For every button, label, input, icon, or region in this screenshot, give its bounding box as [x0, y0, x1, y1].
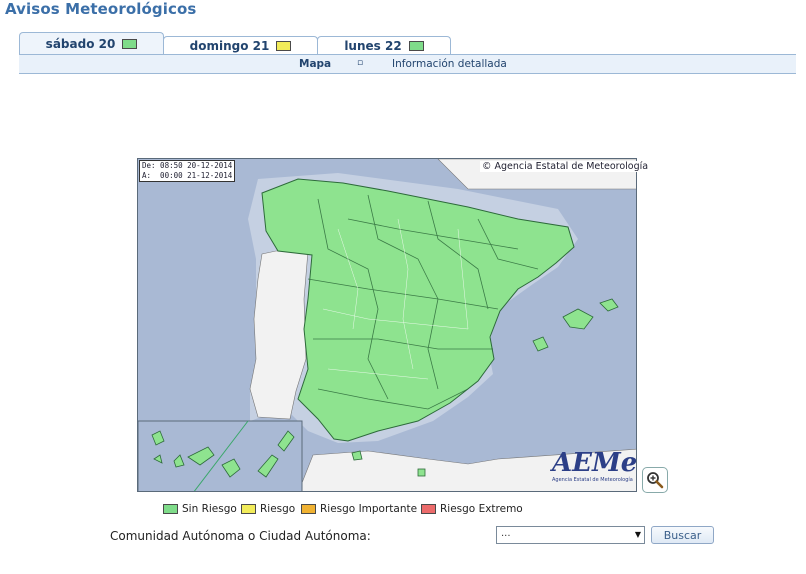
legend-label: Sin Riesgo	[182, 503, 237, 515]
spain-map-graphic: AEMet Agencia Estatal de Meteorología	[138, 159, 637, 491]
subnav-separator: ▫	[357, 58, 364, 68]
legend-swatch	[421, 504, 436, 514]
detail-view-link[interactable]: Información detallada	[392, 58, 507, 70]
view-subnav: Mapa ▫ Información detallada	[19, 54, 796, 74]
legend-label: Riesgo Extremo	[440, 503, 523, 515]
search-button[interactable]: Buscar	[651, 526, 714, 544]
select-value: ...	[501, 528, 511, 539]
tab-risk-swatch	[122, 38, 138, 49]
zoom-button[interactable]	[642, 467, 668, 493]
warnings-map[interactable]: AEMet Agencia Estatal de Meteorología	[137, 158, 637, 492]
tab-risk-swatch	[276, 40, 292, 51]
chevron-down-icon: ▼	[634, 530, 641, 539]
tab-label: domingo 21	[189, 38, 270, 53]
tab-label: sábado 20	[45, 36, 116, 51]
legend-swatch	[163, 504, 178, 514]
tab-label: lunes 22	[344, 38, 402, 53]
tab-risk-swatch	[408, 40, 424, 51]
map-view-link[interactable]: Mapa	[299, 58, 331, 70]
aemet-logo: AEMet Agencia Estatal de Meteorología	[549, 448, 637, 483]
legend-swatch	[301, 504, 316, 514]
legend-riesgo-extremo: Riesgo Extremo	[421, 503, 523, 515]
legend-label: Riesgo Importante	[320, 503, 418, 515]
community-select-label: Comunidad Autónoma o Ciudad Autónoma:	[110, 529, 371, 543]
map-credit: © Agencia Estatal de Meteorología	[480, 161, 651, 172]
magnifier-plus-icon	[647, 472, 664, 489]
logo-subtitle: Agencia Estatal de Meteorología	[552, 476, 633, 483]
timestamp-to: A: 00:00 21-12-2014	[142, 171, 233, 180]
legend-label: Riesgo	[260, 503, 296, 515]
page-title: Avisos Meteorológicos	[5, 0, 197, 18]
timestamp-from: De: 08:50 20-12-2014	[142, 161, 233, 170]
legend-sin-riesgo: Sin Riesgo	[163, 503, 237, 515]
legend-riesgo-importante: Riesgo Importante	[301, 503, 417, 515]
legend-swatch	[241, 504, 256, 514]
legend-riesgo: Riesgo	[241, 503, 295, 515]
logo-text: AEMet	[549, 448, 637, 478]
community-select[interactable]: ... ▼	[496, 526, 645, 544]
tab-monday[interactable]: lunes 22	[317, 36, 451, 54]
map-timestamp: De: 08:50 20-12-2014 A: 00:00 21-12-2014	[139, 160, 236, 182]
tab-sunday[interactable]: domingo 21	[163, 36, 318, 54]
tab-saturday[interactable]: sábado 20	[19, 32, 164, 54]
